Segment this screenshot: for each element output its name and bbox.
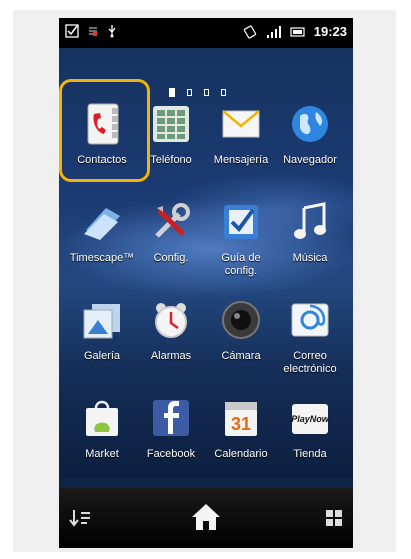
camera-lens-icon: [222, 301, 260, 339]
app-label: Facebook: [146, 448, 196, 460]
page-dot-active[interactable]: [169, 88, 175, 97]
app-label: Navegador: [283, 154, 337, 166]
status-bar: 19:23: [59, 18, 353, 48]
app-label: Config.: [153, 252, 189, 264]
alarm-clock-icon: [155, 303, 187, 338]
app-correo[interactable]: Correo electrónico: [275, 298, 345, 376]
status-time: 19:23: [313, 24, 347, 39]
tools-icon: [155, 203, 190, 238]
app-label: Correo electrónico: [283, 350, 337, 375]
app-label: Alarmas: [150, 350, 192, 362]
app-config[interactable]: Config.: [136, 200, 206, 265]
app-label: Tienda: [293, 448, 327, 460]
app-mensajeria[interactable]: Mensajería: [206, 102, 276, 167]
app-market[interactable]: Market: [67, 396, 137, 461]
battery-icon: [290, 26, 305, 37]
signal-icon: [266, 25, 281, 38]
phone-keypad-icon: [153, 106, 189, 142]
app-guia-config[interactable]: Guía de config.: [206, 200, 276, 278]
app-label: Galería: [83, 350, 121, 362]
calendar-icon: 31: [225, 402, 257, 436]
music-note-icon: [294, 202, 326, 239]
checkbox-app-icon: [224, 205, 258, 239]
page-dot[interactable]: [221, 89, 226, 96]
app-musica[interactable]: Música: [275, 200, 345, 265]
app-facebook[interactable]: Facebook: [136, 396, 206, 461]
sort-icon[interactable]: [69, 508, 91, 528]
app-grid-icon[interactable]: [325, 509, 343, 527]
app-label: Mensajería: [213, 154, 269, 166]
facebook-icon: [153, 400, 189, 436]
globe-icon: [292, 106, 328, 142]
email-at-icon: [291, 303, 329, 337]
app-galeria[interactable]: Galería: [67, 298, 137, 363]
app-timescape[interactable]: Timescape™: [67, 200, 137, 265]
app-label: Calendario: [214, 448, 268, 460]
app-label: Música: [292, 252, 328, 264]
timescape-icon: [84, 208, 120, 240]
app-label: Timescape™: [69, 252, 135, 264]
app-label: Guía de config.: [221, 252, 261, 277]
home-icon[interactable]: [190, 502, 222, 532]
gallery-icon: [83, 304, 120, 339]
app-tienda[interactable]: PlayNow Tienda: [275, 396, 345, 461]
checkbox-icon: [65, 24, 79, 38]
sync-icon: [89, 27, 97, 36]
playnow-logo-text: PlayNow: [291, 414, 330, 424]
app-alarmas[interactable]: Alarmas: [136, 298, 206, 363]
highlight-ring: [59, 79, 150, 182]
app-calendario[interactable]: 31 Calendario: [206, 396, 276, 461]
page-dot[interactable]: [204, 89, 209, 96]
app-label: Cámara: [221, 350, 261, 362]
usb-icon: [108, 25, 116, 38]
playnow-icon: PlayNow: [291, 404, 330, 434]
app-navegador[interactable]: Navegador: [275, 102, 345, 167]
page-indicator: [169, 88, 226, 97]
bottom-dock: [59, 488, 353, 548]
market-bag-icon: [86, 400, 118, 436]
envelope-icon: [222, 110, 260, 138]
page-dot[interactable]: [187, 89, 192, 96]
app-camara[interactable]: Cámara: [206, 298, 276, 363]
calendar-day: 31: [231, 414, 251, 434]
vibrate-icon: [243, 24, 256, 39]
app-label: Market: [85, 448, 119, 460]
